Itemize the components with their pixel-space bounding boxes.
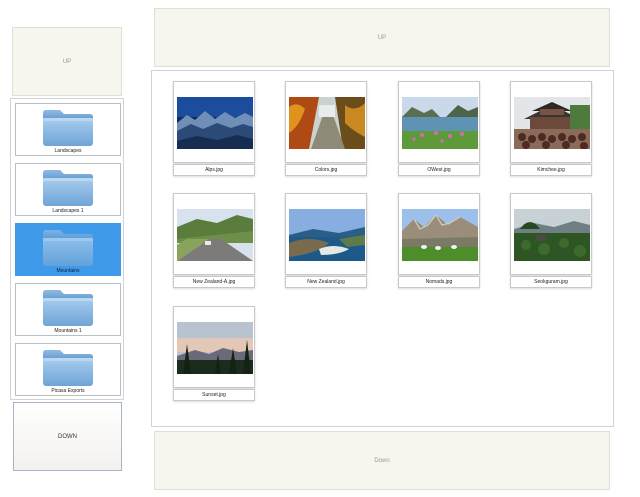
image-filename-label[interactable]: Kimchee.jpg: [510, 164, 592, 176]
photo-icon: [177, 322, 253, 374]
folder-item[interactable]: Mountains 1: [15, 283, 121, 336]
folder-icon: [41, 107, 95, 147]
photo-icon: [402, 209, 478, 261]
folder-label: Landscapes: [54, 148, 82, 154]
photo-icon: [289, 209, 365, 261]
image-filename-label[interactable]: Colors.jpg: [285, 164, 367, 176]
photo-icon: [177, 97, 253, 149]
image-thumbnail[interactable]: [173, 193, 255, 275]
images-scroll-up-label: UP: [377, 34, 387, 41]
folder-label: Mountains: [56, 268, 80, 274]
images-scroll-down-label: Down: [374, 457, 390, 464]
folder-item[interactable]: Picasa Exports: [15, 343, 121, 396]
folders-scroll-down-label: DOWN: [58, 433, 77, 440]
images-scroll-down-button[interactable]: Down: [154, 431, 610, 490]
folders-scroll-down-button[interactable]: DOWN: [13, 402, 122, 471]
image-thumbnail[interactable]: [285, 193, 367, 275]
image-thumbnail[interactable]: [173, 81, 255, 163]
image-filename-label[interactable]: Sunset.jpg: [173, 389, 255, 401]
image-filename-label[interactable]: Nomads.jpg: [398, 276, 480, 288]
images-scroll-up-button[interactable]: UP: [154, 8, 610, 67]
folder-item[interactable]: Landscapes 1: [15, 163, 121, 216]
image-filename-label[interactable]: Alps.jpg: [173, 164, 255, 176]
image-filename-label[interactable]: OWest.jpg: [398, 164, 480, 176]
photo-icon: [514, 209, 590, 261]
folder-icon: [41, 347, 95, 387]
folder-item[interactable]: Landscapes: [15, 103, 121, 156]
folder-list: Landscapes Landscapes 1 Mountains Mountains…: [10, 98, 124, 400]
image-thumbnail[interactable]: [398, 193, 480, 275]
image-grid: Alps.jpg Colors.jpg OWest.jpg Kimchee.jpg Ne…: [151, 70, 614, 427]
image-thumbnail[interactable]: [173, 306, 255, 388]
folder-label: Landscapes 1: [52, 208, 84, 214]
image-filename-label[interactable]: New Zealand.jpg: [285, 276, 367, 288]
photo-icon: [289, 97, 365, 149]
photo-icon: [402, 97, 478, 149]
image-thumbnail[interactable]: [510, 81, 592, 163]
folder-item[interactable]: Mountains: [15, 223, 121, 276]
photo-icon: [514, 97, 590, 149]
folder-label: Mountains 1: [54, 328, 82, 334]
image-thumbnail[interactable]: [398, 81, 480, 163]
folders-scroll-up-label: UP: [62, 58, 72, 65]
image-filename-label[interactable]: New Zealand-A.jpg: [173, 276, 255, 288]
folder-icon: [41, 167, 95, 207]
folders-scroll-up-button[interactable]: UP: [12, 27, 122, 96]
image-thumbnail[interactable]: [285, 81, 367, 163]
folder-label: Picasa Exports: [51, 388, 85, 394]
folder-icon: [41, 287, 95, 327]
folder-icon: [41, 227, 95, 267]
image-thumbnail[interactable]: [510, 193, 592, 275]
photo-icon: [177, 209, 253, 261]
image-filename-label[interactable]: Seokguram.jpg: [510, 276, 592, 288]
